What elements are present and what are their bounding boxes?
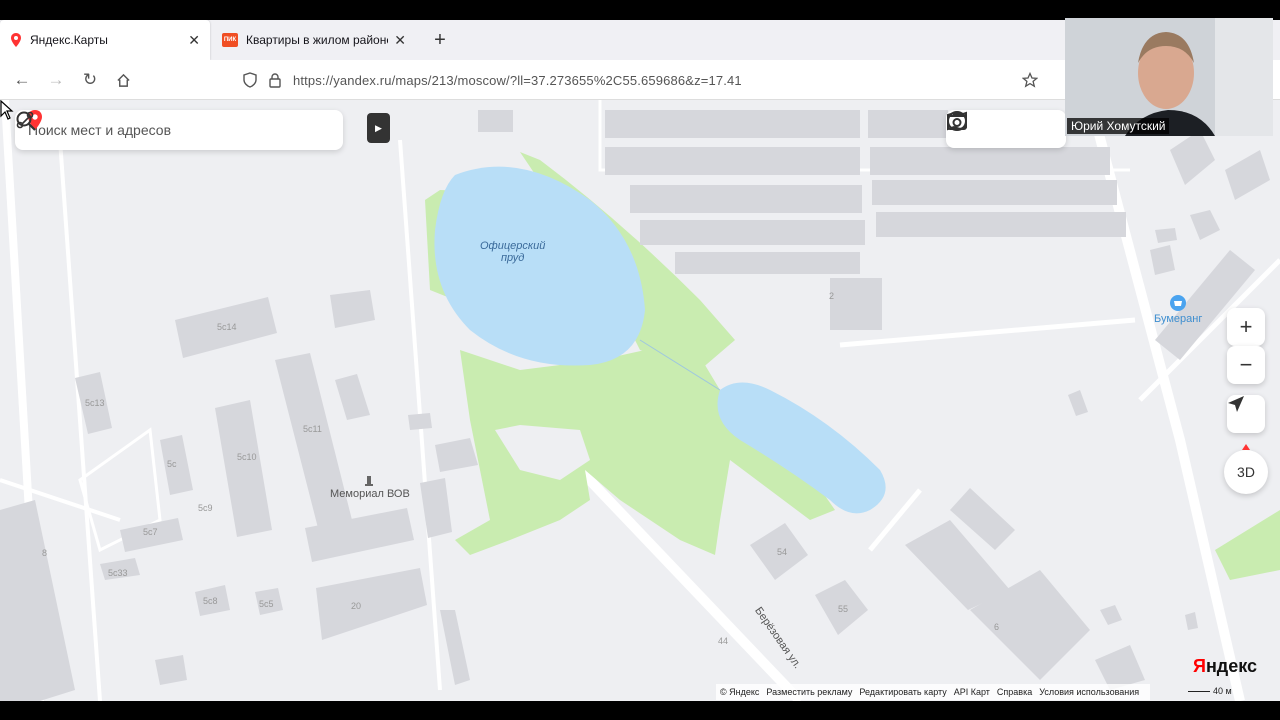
map-footer: © Яндекс Разместить рекламу Редактироват… <box>716 684 1151 700</box>
webcam-overlay: Юрий Хомутский <box>1065 18 1273 136</box>
zoom-in-button[interactable]: + <box>1227 308 1265 346</box>
water-label[interactable]: Офицерский пруд <box>480 240 545 264</box>
forward-button[interactable]: → <box>44 68 68 92</box>
building-number: 5с13 <box>85 398 105 408</box>
lock-icon[interactable] <box>268 72 282 88</box>
building-number: 8 <box>42 548 48 558</box>
footer-link-edit[interactable]: Редактировать карту <box>859 687 946 697</box>
screen-bottom-border <box>0 701 1280 720</box>
home-button[interactable] <box>111 68 135 92</box>
3d-button[interactable]: 3D <box>1224 450 1268 494</box>
reload-button[interactable]: ↻ <box>78 68 102 92</box>
participant-name: Юрий Хомутский <box>1067 118 1170 134</box>
location-arrow-icon <box>1228 396 1244 412</box>
shield-icon[interactable] <box>242 72 258 88</box>
building-number: 5с9 <box>198 503 213 513</box>
building-number: 20 <box>351 601 362 611</box>
bookmark-star-button[interactable] <box>1018 68 1042 92</box>
building-number: 55 <box>838 604 849 614</box>
pik-icon: ПИК <box>222 33 238 47</box>
tab-title: Яндекс.Карты <box>30 33 108 47</box>
scale-bar: 40 м <box>1188 686 1232 696</box>
footer-link-api[interactable]: API Карт <box>954 687 990 697</box>
building-number: 54 <box>777 547 788 557</box>
scale-label: 40 м <box>1213 686 1232 696</box>
compass-north-icon <box>1242 444 1250 450</box>
close-tab-icon[interactable]: ✕ <box>394 32 406 49</box>
zoom-out-button[interactable]: − <box>1227 346 1265 384</box>
map-canvas[interactable]: Офицерский пруд Мемориал ВОВ Бумеранг Бе… <box>0 100 1280 701</box>
footer-link-ads[interactable]: Разместить рекламу <box>766 687 852 697</box>
layers-toolbar <box>946 110 1066 148</box>
route-icon[interactable] <box>15 110 35 130</box>
search-box[interactable]: Поиск мест и адресов <box>15 110 343 150</box>
footer-link-help[interactable]: Справка <box>997 687 1032 697</box>
camera-icon[interactable] <box>946 110 968 132</box>
building-number: 44 <box>718 636 729 646</box>
poi-memorial[interactable]: Мемориал ВОВ <box>330 488 410 500</box>
building-number: 6 <box>994 622 1000 632</box>
home-icon <box>116 73 130 87</box>
star-icon <box>1022 72 1038 88</box>
copyright-text[interactable]: © Яндекс <box>720 687 759 697</box>
poi-bumerang[interactable]: Бумеранг <box>1154 313 1202 325</box>
tab-pik-apartments[interactable]: ПИК Квартиры в жилом районе Од ✕ <box>212 20 416 60</box>
footer-link-terms[interactable]: Условия использования <box>1039 687 1139 697</box>
building-number: 5с5 <box>259 599 274 609</box>
url-text: https://yandex.ru/maps/213/moscow/?ll=37… <box>293 72 742 88</box>
new-tab-button[interactable]: + <box>428 20 452 60</box>
building-number: 5с10 <box>237 452 257 462</box>
back-button[interactable]: ← <box>10 68 34 92</box>
building-number: 5с14 <box>217 322 237 332</box>
building-number: 2 <box>829 291 835 301</box>
screen-top-border <box>0 0 1280 20</box>
geolocation-button[interactable] <box>1227 395 1265 433</box>
building-number: 5с8 <box>203 596 218 606</box>
close-tab-icon[interactable]: ✕ <box>188 32 200 49</box>
tab-title: Квартиры в жилом районе Од <box>246 33 388 47</box>
pin-icon <box>11 33 21 47</box>
search-input[interactable]: Поиск мест и адресов <box>28 122 343 138</box>
building-number: 5с <box>167 459 177 469</box>
shop-icon[interactable] <box>1170 295 1186 311</box>
building-number: 5с7 <box>143 527 158 537</box>
expand-panel-button[interactable]: ▶ <box>367 113 390 143</box>
building-number: 5с11 <box>303 424 322 434</box>
building-number: 5с33 <box>108 568 128 578</box>
mouse-cursor-icon <box>0 100 14 120</box>
memorial-icon[interactable] <box>365 476 373 486</box>
address-bar[interactable]: https://yandex.ru/maps/213/moscow/?ll=37… <box>236 65 1048 95</box>
map-graphics <box>0 100 1280 701</box>
yandex-logo: Яндекс <box>1193 656 1258 676</box>
tab-yandex-maps[interactable]: Яндекс.Карты ✕ <box>0 20 210 60</box>
